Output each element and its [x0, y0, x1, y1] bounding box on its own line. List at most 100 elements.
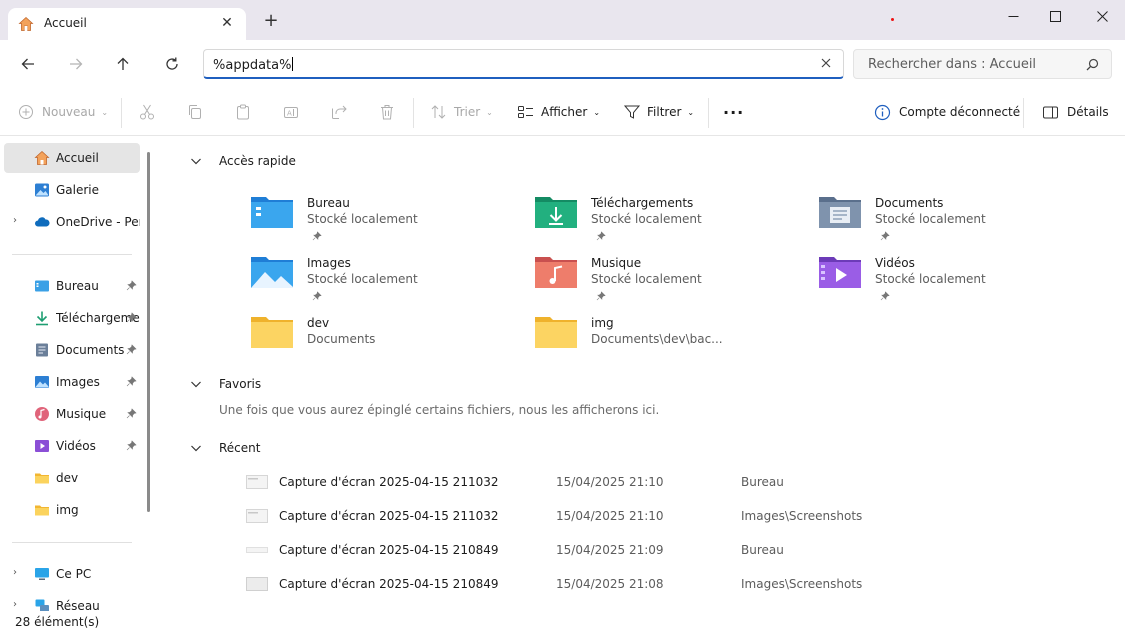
pin-icon[interactable] — [126, 280, 137, 291]
navigation-pane: Accueil Galerie › OneDrive - Perso Burea… — [0, 137, 158, 611]
quick-access-item-bureau[interactable]: Bureau Stocké localement — [250, 194, 520, 250]
sidebar-item-documents[interactable]: Documents — [4, 335, 140, 365]
chevron-right-icon[interactable]: › — [13, 567, 17, 578]
recent-file-date: 15/04/2025 21:10 — [556, 475, 664, 489]
forward-button[interactable] — [64, 52, 88, 76]
image-thumbnail-icon — [246, 577, 268, 591]
paste-button[interactable] — [234, 88, 252, 136]
maximize-button[interactable] — [1032, 0, 1078, 32]
chevron-down-icon — [191, 381, 201, 388]
quick-access-item-telechargements[interactable]: Téléchargements Stocké localement — [534, 194, 804, 250]
music-icon — [35, 407, 49, 421]
maximize-icon — [1049, 10, 1061, 22]
table-row[interactable]: Capture d'écran 2025-04-15 211032 15/04/… — [246, 501, 966, 531]
chevron-down-icon: ⌄ — [486, 107, 493, 117]
table-row[interactable]: Capture d'écran 2025-04-15 210849 15/04/… — [246, 569, 966, 599]
tab-close-button[interactable]: ✕ — [218, 14, 236, 32]
refresh-button[interactable] — [160, 52, 184, 76]
recent-file-name: Capture d'écran 2025-04-15 210849 — [279, 577, 499, 591]
account-status-button[interactable]: Compte déconnecté — [874, 88, 1020, 136]
quick-access-item-dev[interactable]: dev Documents — [250, 314, 520, 370]
computer-icon — [35, 568, 49, 580]
pin-icon[interactable] — [126, 376, 137, 387]
folder-icon — [535, 317, 577, 348]
sidebar-item-label: Réseau — [56, 599, 100, 611]
quick-access-item-images[interactable]: Images Stocké localement — [250, 254, 520, 310]
download-icon — [36, 311, 48, 326]
sidebar-item-musique[interactable]: Musique — [4, 399, 140, 429]
back-button[interactable] — [16, 52, 40, 76]
folder-icon — [251, 317, 293, 348]
gallery-icon — [35, 183, 49, 197]
delete-button[interactable] — [378, 88, 396, 136]
quick-access-item-img[interactable]: img Documents\dev\bac... — [534, 314, 804, 370]
pin-icon[interactable] — [126, 408, 137, 419]
account-status-label: Compte déconnecté — [899, 105, 1021, 119]
table-row[interactable]: Capture d'écran 2025-04-15 210849 15/04/… — [246, 535, 966, 565]
sidebar-item-dev[interactable]: dev — [4, 463, 140, 493]
recent-file-location: Images\Screenshots — [741, 509, 863, 523]
pin-icon — [596, 231, 606, 241]
sidebar-scrollbar[interactable] — [147, 152, 150, 512]
new-button[interactable]: Nouveau ⌄ — [18, 88, 108, 136]
sidebar-item-videos[interactable]: Vidéos — [4, 431, 140, 461]
title-bar: Accueil ✕ + — [0, 0, 1125, 40]
rename-button[interactable]: A — [282, 88, 300, 136]
rename-icon: A — [284, 107, 298, 118]
pin-icon[interactable] — [126, 312, 137, 323]
sidebar-divider — [12, 254, 132, 255]
filter-button[interactable]: Filtrer ⌄ — [623, 88, 694, 136]
sidebar-item-bureau[interactable]: Bureau — [4, 271, 140, 301]
sidebar-item-galerie[interactable]: Galerie — [4, 175, 140, 205]
chevron-right-icon[interactable]: › — [13, 215, 17, 226]
view-button[interactable]: Afficher ⌄ — [517, 88, 600, 136]
item-location: Stocké localement — [591, 272, 702, 286]
desktop-folder-icon — [35, 280, 49, 292]
address-input[interactable]: %appdata% — [213, 57, 294, 73]
close-window-button[interactable] — [1079, 0, 1125, 32]
recent-file-location: Bureau — [741, 475, 784, 489]
sidebar-item-label: dev — [56, 471, 79, 485]
sidebar-item-img[interactable]: img — [4, 495, 140, 525]
search-box[interactable]: Rechercher dans : Accueil — [853, 49, 1112, 79]
pin-icon[interactable] — [126, 440, 137, 451]
quick-access-item-videos[interactable]: Vidéos Stocké localement — [818, 254, 1088, 310]
cloud-icon — [35, 217, 50, 227]
sidebar-item-reseau[interactable]: › Réseau — [4, 591, 140, 611]
item-name: Documents — [875, 196, 944, 210]
sidebar-item-accueil[interactable]: Accueil — [4, 143, 140, 173]
clear-address-icon[interactable] — [819, 56, 833, 70]
sort-button[interactable]: Trier ⌄ — [430, 88, 493, 136]
quick-access-item-documents[interactable]: Documents Stocké localement — [818, 194, 1088, 250]
address-bar[interactable]: %appdata% — [203, 49, 844, 79]
tab-title: Accueil — [44, 16, 87, 30]
share-button[interactable] — [330, 88, 348, 136]
tab-accueil[interactable]: Accueil ✕ — [8, 8, 246, 40]
cut-button[interactable] — [138, 88, 156, 136]
search-icon[interactable] — [1086, 58, 1099, 71]
more-options-button[interactable]: ··· — [723, 88, 744, 136]
toolbar-divider — [1023, 98, 1024, 128]
image-thumbnail-icon — [246, 509, 268, 523]
item-name: Bureau — [307, 196, 350, 210]
pin-icon — [312, 231, 322, 241]
sidebar-item-telechargements[interactable]: Téléchargements — [4, 303, 140, 333]
chevron-down-icon — [191, 445, 201, 452]
chevron-right-icon[interactable]: › — [13, 599, 17, 610]
favorites-empty-message: Une fois que vous aurez épinglé certains… — [219, 403, 660, 417]
quick-access-item-musique[interactable]: Musique Stocké localement — [534, 254, 804, 310]
sidebar-item-images[interactable]: Images — [4, 367, 140, 397]
sidebar-item-ce-pc[interactable]: › Ce PC — [4, 559, 140, 589]
new-tab-button[interactable]: + — [262, 12, 280, 31]
up-button[interactable] — [111, 52, 135, 76]
recent-file-date: 15/04/2025 21:09 — [556, 543, 664, 557]
pin-icon[interactable] — [126, 344, 137, 355]
item-location: Stocké localement — [591, 212, 702, 226]
sidebar-item-onedrive[interactable]: › OneDrive - Perso — [4, 207, 140, 237]
sidebar-item-label: img — [56, 503, 79, 517]
copy-button[interactable] — [186, 88, 204, 136]
minimize-button[interactable] — [990, 0, 1036, 32]
section-title: Favoris — [219, 377, 262, 391]
table-row[interactable]: Capture d'écran 2025-04-15 211032 15/04/… — [246, 467, 966, 497]
details-button[interactable]: Détails — [1042, 88, 1109, 136]
